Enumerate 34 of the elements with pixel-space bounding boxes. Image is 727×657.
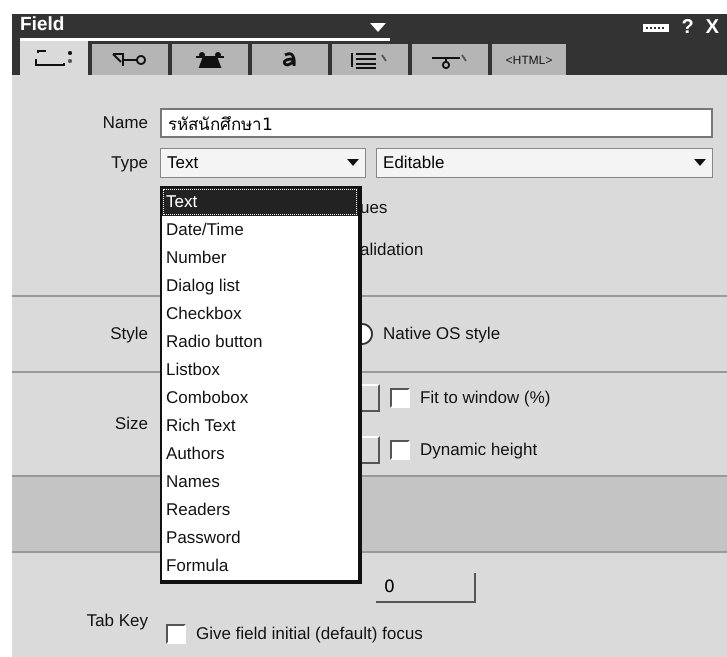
name-field[interactable]: รหัสนักศึกษา1 [160, 108, 713, 138]
hide-tab[interactable] [412, 44, 488, 75]
help-button[interactable]: ? [681, 16, 694, 39]
option-label: Native OS style [383, 324, 500, 344]
field-label: Size [114, 414, 148, 434]
paragraph-tab[interactable] [332, 44, 408, 75]
radio-button[interactable] [362, 323, 373, 345]
checkbox[interactable] [390, 440, 410, 460]
dropdown-item[interactable]: Text [162, 188, 358, 216]
checkbox[interactable] [390, 388, 410, 408]
mode-dropdown[interactable]: Editable [376, 148, 713, 178]
font-tab[interactable] [252, 44, 328, 75]
field-label: Type [110, 153, 148, 173]
caret-icon [694, 159, 706, 167]
field-icon [34, 49, 74, 67]
field-label: Style [109, 324, 148, 344]
checkbox[interactable] [166, 624, 186, 644]
control-tab[interactable] [172, 44, 248, 75]
type-dropdown[interactable]: Text [160, 148, 366, 178]
option-label: Dynamic height [420, 440, 538, 460]
info-tab[interactable] [20, 41, 88, 75]
caret-icon [347, 159, 359, 167]
close-button[interactable]: X [706, 16, 719, 39]
html-tab[interactable]: <HTML> [492, 44, 566, 75]
field-label: Tab Key [86, 611, 148, 631]
letter-icon [282, 52, 298, 68]
field-label: Name [102, 113, 148, 133]
caret-icon[interactable] [370, 22, 386, 32]
options-tab[interactable] [92, 44, 168, 75]
tab-order-field[interactable]: 0 [376, 573, 476, 603]
option-label: Fit to window (%) [420, 388, 550, 408]
option-text: alidation [360, 240, 424, 260]
minimize-icon[interactable] [643, 24, 670, 32]
option-label: Give field initial (default) focus [196, 624, 423, 644]
